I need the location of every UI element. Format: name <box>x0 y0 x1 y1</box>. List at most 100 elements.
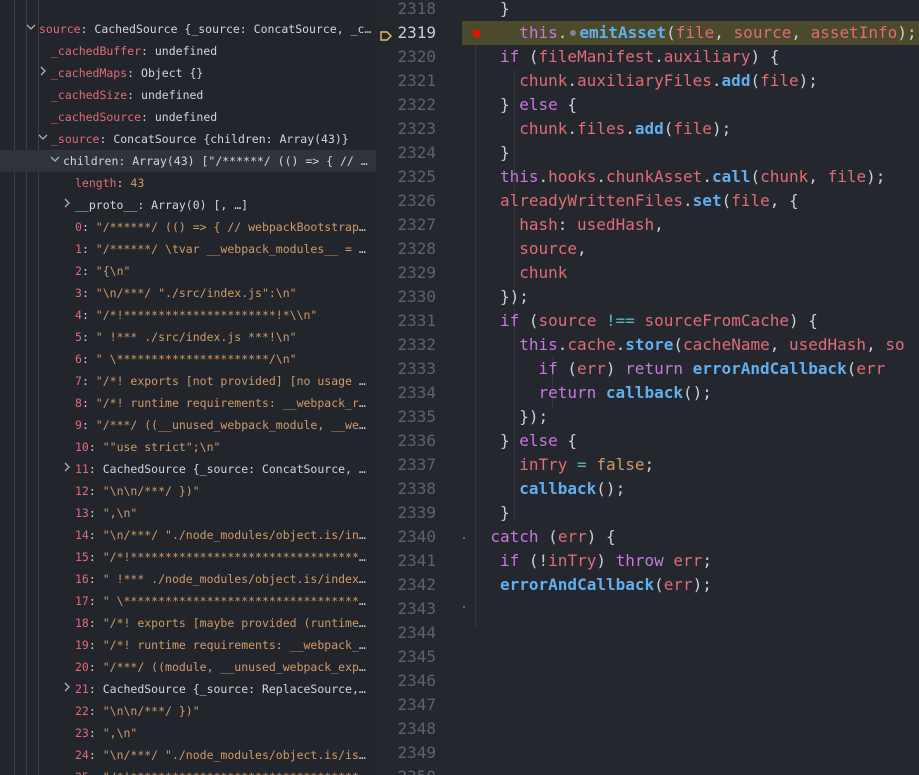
line-number[interactable]: 2346 <box>396 669 436 693</box>
code-line[interactable]: chunk <box>519 261 567 285</box>
code-line[interactable]: inTry = false; <box>519 453 654 477</box>
variable-row[interactable]: 5: " !*** ./src/index.js ***!\n" <box>0 326 376 348</box>
variable-row[interactable]: 12: "\n\n/***/ })" <box>0 480 376 502</box>
line-number[interactable]: 2342 <box>396 573 436 597</box>
variable-row[interactable]: _cachedSize: undefined <box>0 84 376 106</box>
line-number[interactable]: 2324 <box>396 141 436 165</box>
variable-row[interactable]: _source: ConcatSource {children: Array(4… <box>0 128 376 150</box>
line-number[interactable]: 2348 <box>396 717 436 741</box>
variable-row[interactable]: 21: CachedSource {_source: ReplaceSource… <box>0 678 376 700</box>
line-number[interactable]: 2337 <box>396 453 436 477</box>
variable-row[interactable]: source: CachedSource {_source: ConcatSou… <box>0 18 376 40</box>
variable-row[interactable]: 23: ",\n" <box>0 722 376 744</box>
line-number[interactable]: 2321 <box>396 69 436 93</box>
line-number[interactable]: 2331 <box>396 309 436 333</box>
variable-row[interactable]: 3: "\n/***/ "./src/index.js":\n" <box>0 282 376 304</box>
variable-row[interactable]: 22: "\n\n/***/ })" <box>0 700 376 722</box>
chevron-right-icon[interactable] <box>37 62 49 84</box>
variable-row[interactable]: 15: "/*!********************************… <box>0 546 376 568</box>
variable-row[interactable]: __proto__: Array(0) [, …] <box>0 194 376 216</box>
line-number[interactable]: 2335 <box>396 405 436 429</box>
line-number[interactable]: 2338 <box>396 477 436 501</box>
variable-row[interactable]: 9: "/***/ ((__unused_webpack_module, __w… <box>0 414 376 436</box>
line-number[interactable]: 2340 <box>396 525 436 549</box>
chevron-down-icon[interactable] <box>25 18 37 40</box>
variable-row[interactable]: 20: "/***/ ((module, __unused_webpack_ex… <box>0 656 376 678</box>
line-number[interactable]: 2334 <box>396 381 436 405</box>
variable-row[interactable]: 25: "/*!********************************… <box>0 766 376 775</box>
line-number[interactable]: 2343 <box>396 597 436 621</box>
line-number[interactable]: 2341 <box>396 549 436 573</box>
code-line[interactable]: } <box>500 501 510 525</box>
clipped-top-row[interactable] <box>0 0 376 18</box>
line-number[interactable]: 2330 <box>396 285 436 309</box>
chevron-right-icon[interactable] <box>61 458 73 480</box>
code-line[interactable]: alreadyWrittenFiles.set(file, { <box>500 189 799 213</box>
code-line[interactable]: if (err) return errorAndCallback(err <box>538 357 885 381</box>
code-line[interactable]: callback(); <box>519 477 625 501</box>
variable-row[interactable]: 0: "/******/ (() => { // webpackBootstra… <box>0 216 376 238</box>
variable-row[interactable]: 6: " \**********************/\n" <box>0 348 376 370</box>
code-line[interactable]: } <box>500 141 510 165</box>
variable-row[interactable]: 2: "{\n" <box>0 260 376 282</box>
code-line[interactable]: this.cache.store(cacheName, usedHash, so <box>519 333 904 357</box>
line-number[interactable]: 2345 <box>396 645 436 669</box>
code-line[interactable]: errorAndCallback(err); <box>500 573 712 597</box>
code-line[interactable]: chunk.files.add(file); <box>519 117 731 141</box>
line-number[interactable]: 2323 <box>396 117 436 141</box>
chevron-down-icon[interactable] <box>37 128 49 150</box>
code-line[interactable]: if (!inTry) throw err; <box>500 549 712 573</box>
variable-row[interactable]: 1: "/******/ \tvar __webpack_modules__ =… <box>0 238 376 260</box>
variable-row[interactable]: 13: ",\n" <box>0 502 376 524</box>
variable-row[interactable]: 14: "\n/***/ "./node_modules/object.is/i… <box>0 524 376 546</box>
variable-row[interactable]: _cachedBuffer: undefined <box>0 40 376 62</box>
code-line[interactable]: }); <box>500 285 529 309</box>
line-number[interactable]: 2336 <box>396 429 436 453</box>
variable-row[interactable]: 16: " !*** ./node_modules/object.is/inde… <box>0 568 376 590</box>
line-number[interactable]: 2325 <box>396 165 436 189</box>
line-number[interactable]: 2333 <box>396 357 436 381</box>
variable-row[interactable]: 18: "/*! exports [maybe provided (runtim… <box>0 612 376 634</box>
line-number[interactable]: 2332 <box>396 333 436 357</box>
code-line[interactable]: this.hooks.chunkAsset.call(chunk, file); <box>500 165 885 189</box>
code-line[interactable]: } <box>500 0 510 21</box>
variable-row[interactable]: 19: "/*! runtime requirements: __webpack… <box>0 634 376 656</box>
line-number[interactable]: 2339 <box>396 501 436 525</box>
code-line[interactable]: if (fileManifest.auxiliary) { <box>500 45 779 69</box>
variable-row[interactable]: _cachedSource: undefined <box>0 106 376 128</box>
code-line[interactable]: catch (err) { <box>490 525 615 549</box>
line-number[interactable]: 2327 <box>396 213 436 237</box>
variable-row[interactable]: _cachedMaps: Object {} <box>0 62 376 84</box>
line-number[interactable]: 2328 <box>396 237 436 261</box>
code-line[interactable]: } else { <box>500 429 577 453</box>
line-number[interactable]: 2318 <box>396 0 436 21</box>
line-number[interactable]: 2329 <box>396 261 436 285</box>
code-line[interactable]: chunk.auxiliaryFiles.add(file); <box>519 69 818 93</box>
line-number[interactable]: 2322 <box>396 93 436 117</box>
code-line[interactable]: } else { <box>500 93 577 117</box>
variable-row[interactable]: 4: "/*!**********************!*\\n" <box>0 304 376 326</box>
code-line[interactable]: source, <box>519 237 586 261</box>
line-number[interactable]: 2344 <box>396 621 436 645</box>
line-number[interactable]: 2320 <box>396 45 436 69</box>
line-number[interactable]: 2349 <box>396 741 436 765</box>
line-number[interactable]: 2347 <box>396 693 436 717</box>
variable-row[interactable]: children: Array(43) ["/******/ (() => { … <box>0 150 376 172</box>
variable-row[interactable]: 7: "/*! exports [not provided] [no usage… <box>0 370 376 392</box>
code-line[interactable]: if (source !== sourceFromCache) { <box>500 309 818 333</box>
code-line[interactable]: hash: usedHash, <box>519 213 664 237</box>
line-number[interactable]: 2350 <box>396 765 436 775</box>
variable-row[interactable]: 10: ""use strict";\n" <box>0 436 376 458</box>
line-number[interactable]: 2326 <box>396 189 436 213</box>
variable-row[interactable]: 17: " \*********************************… <box>0 590 376 612</box>
line-number[interactable]: 2319 <box>396 21 436 45</box>
chevron-down-icon[interactable] <box>49 150 61 172</box>
code-editor[interactable]: 2318} 2319 this. emitAsset(file, source, as… <box>376 0 919 775</box>
variable-row[interactable]: length: 43 <box>0 172 376 194</box>
chevron-right-icon[interactable] <box>61 678 73 700</box>
variable-row[interactable]: 8: "/*! runtime requirements: __webpack_… <box>0 392 376 414</box>
chevron-right-icon[interactable] <box>61 194 73 216</box>
code-line[interactable]: return callback(); <box>538 381 711 405</box>
inline-breakpoint-icon[interactable] <box>570 29 577 36</box>
variable-row[interactable]: 11: CachedSource {_source: ConcatSource,… <box>0 458 376 480</box>
